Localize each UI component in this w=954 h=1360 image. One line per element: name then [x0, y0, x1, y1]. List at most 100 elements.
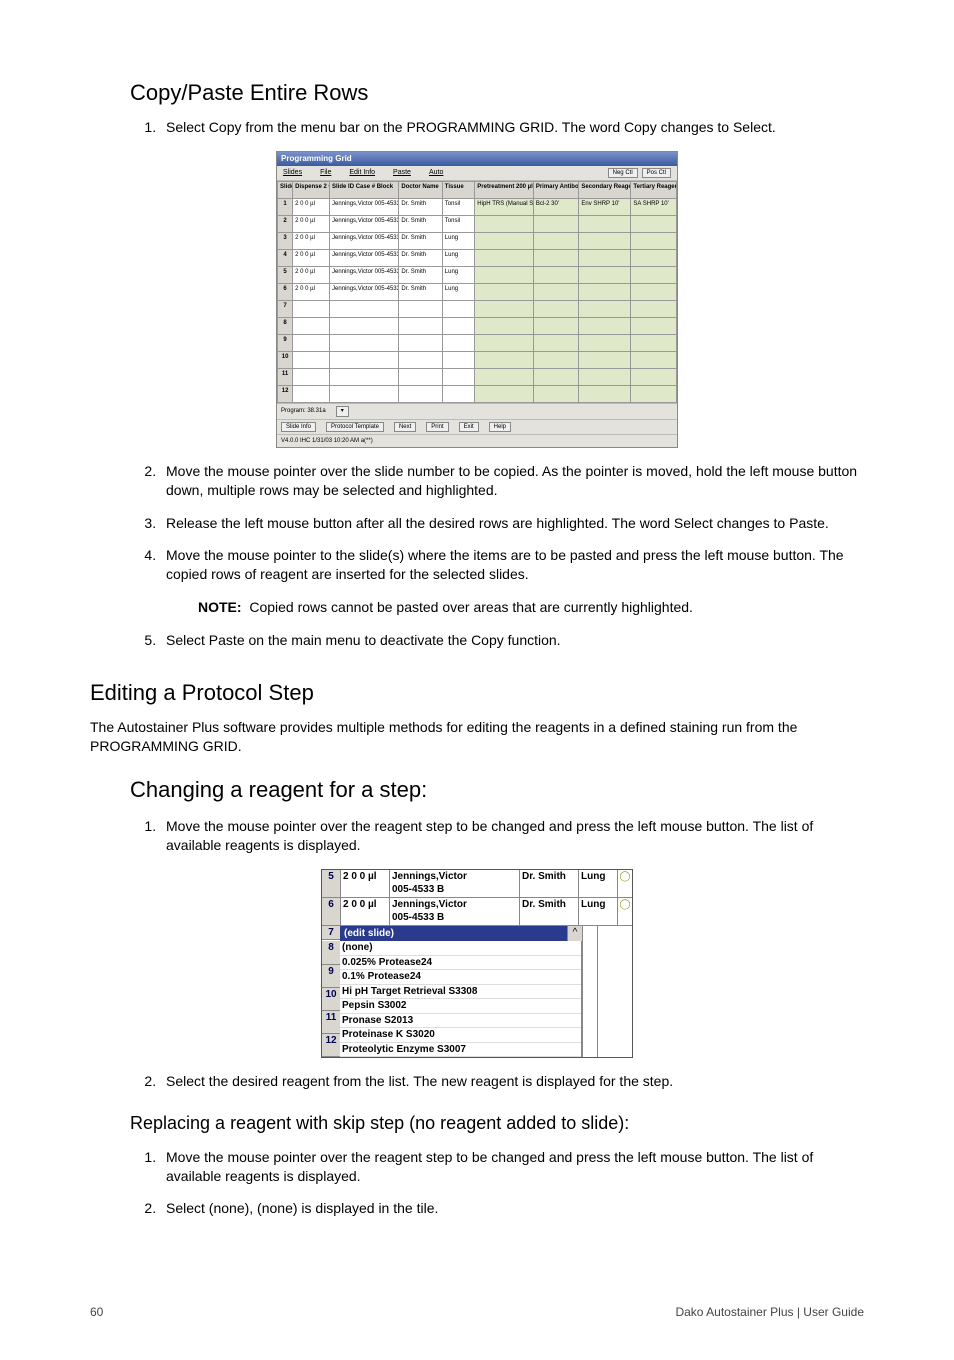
heading-copy-paste: Copy/Paste Entire Rows — [130, 78, 864, 108]
heading-changing-reagent: Changing a reagent for a step: — [130, 775, 864, 805]
doctor-cell: Dr. Smith — [520, 870, 579, 897]
version-label: V4.0.0 IHC 1/31/03 10:20 AM a(**) — [281, 437, 373, 445]
table-row[interactable]: 9 — [278, 335, 677, 352]
step: Release the left mouse button after all … — [160, 514, 864, 533]
dropdown-icon[interactable]: ▾ — [336, 406, 349, 416]
reagent-option[interactable]: Pronase S2013 — [340, 1014, 581, 1029]
menu-auto[interactable]: Auto — [429, 168, 443, 178]
cell-tissue — [442, 386, 475, 403]
heading-replacing-reagent: Replacing a reagent with skip step (no r… — [130, 1111, 864, 1135]
reagent-option[interactable]: Hi pH Target Retrieval S3308 — [340, 985, 581, 1000]
cell-pri — [533, 250, 579, 267]
reagent-option[interactable]: Proteinase K S3020 — [340, 1028, 581, 1043]
cell-doctor: Dr. Smith — [399, 233, 442, 250]
cell-pre — [475, 250, 534, 267]
reagent-option[interactable]: 0.025% Protease24 — [340, 956, 581, 971]
step: Move the mouse pointer over the reagent … — [160, 1148, 864, 1186]
edit-slide-selected[interactable]: (edit slide) — [340, 926, 567, 942]
programming-grid-screenshot: Programming Grid Slides File Edit Info P… — [276, 151, 678, 448]
menu-file[interactable]: File — [320, 168, 331, 178]
cell-ter — [631, 267, 677, 284]
cell-doctor — [399, 386, 442, 403]
table-row[interactable]: 42 0 0 µlJennings,Victor 005-4533 BDr. S… — [278, 250, 677, 267]
cell-sec — [579, 318, 631, 335]
step: Move the mouse pointer over the reagent … — [160, 817, 864, 855]
cell-doctor — [399, 318, 442, 335]
reagent-option[interactable]: Pepsin S3002 — [340, 999, 581, 1014]
reagent-option[interactable]: (none) — [340, 941, 581, 956]
cell-ter — [631, 233, 677, 250]
cell-num: 6 — [278, 284, 293, 301]
row-number: 12 — [322, 1034, 341, 1057]
copy-paste-steps-cont: Move the mouse pointer over the slide nu… — [160, 462, 864, 584]
cell-sec: Env SHRP 10' — [579, 199, 631, 216]
cell-pre: HipH TRS (Manual Step) — [475, 199, 534, 216]
neg-ctl-button[interactable]: Neg Ctl — [608, 168, 638, 178]
col-tertiary: Tertiary Reagent 200 µl — [631, 182, 677, 199]
row-number: 7 — [322, 926, 341, 941]
menu-edit-info[interactable]: Edit Info — [349, 168, 375, 178]
menu-slides[interactable]: Slides — [283, 168, 302, 178]
reagent-option-list[interactable]: (none)0.025% Protease240.1% Protease24Hi… — [340, 941, 582, 1057]
cell-doctor — [399, 352, 442, 369]
menu-paste[interactable]: Paste — [393, 168, 411, 178]
cell-ter — [631, 301, 677, 318]
cell-slideid: Jennings,Victor 005-4533 B — [330, 250, 399, 267]
dropdown-caret-icon[interactable]: ^ — [567, 926, 582, 942]
cell-sec — [579, 386, 631, 403]
protocol-template-button[interactable]: Protocol Template — [326, 422, 384, 432]
table-row[interactable]: 12 0 0 µlJennings,Victor 005-4533 ADr. S… — [278, 199, 677, 216]
exit-button[interactable]: Exit — [459, 422, 479, 432]
col-doctor: Doctor Name — [399, 182, 442, 199]
table-row[interactable]: 62 0 0 µlJennings,Victor 005-4533 BDr. S… — [278, 284, 677, 301]
cell-slideid — [330, 386, 399, 403]
cell-num: 2 — [278, 216, 293, 233]
table-row[interactable]: 22 0 0 µlJennings,Victor 005-4533 ADr. S… — [278, 216, 677, 233]
help-button[interactable]: Help — [489, 422, 511, 432]
step: Select the desired reagent from the list… — [160, 1072, 864, 1091]
cell-slideid — [330, 352, 399, 369]
cell-pri: Bcl-2 30' — [533, 199, 579, 216]
menu-bar: Slides File Edit Info Paste Auto Neg Ctl… — [277, 166, 677, 181]
programming-grid-table: Slide # Dispense 2 0 0 µl Slide ID Case … — [277, 181, 677, 403]
cell-sec — [579, 335, 631, 352]
cell-slideid: Jennings,Victor 005-4533 B — [330, 233, 399, 250]
cell-doctor — [399, 335, 442, 352]
heading-editing-protocol: Editing a Protocol Step — [90, 678, 864, 708]
note-label: NOTE: — [198, 599, 242, 615]
row-number: 9 — [322, 965, 341, 988]
step: Select Copy from the menu bar on the PRO… — [160, 118, 864, 137]
cell-num: 12 — [278, 386, 293, 403]
page-footer: 60 Dako Autostainer Plus | User Guide — [90, 1298, 864, 1320]
cell-pre — [475, 386, 534, 403]
step: Select Paste on the main menu to deactiv… — [160, 631, 864, 650]
table-row[interactable]: 7 — [278, 301, 677, 318]
note-text: Copied rows cannot be pasted over areas … — [249, 599, 693, 615]
cell-ter — [631, 369, 677, 386]
step: Select (none), (none) is displayed in th… — [160, 1199, 864, 1218]
reagent-option[interactable]: Proteolytic Enzyme S3007 — [340, 1043, 581, 1058]
table-row[interactable]: 52 0 0 µlJennings,Victor 005-4533 BDr. S… — [278, 267, 677, 284]
slide-info-button[interactable]: Slide Info — [281, 422, 316, 432]
table-row[interactable]: 10 — [278, 352, 677, 369]
cell-sec — [579, 267, 631, 284]
cell-dispense: 2 0 0 µl — [293, 216, 330, 233]
step: Move the mouse pointer to the slide(s) w… — [160, 546, 864, 584]
cell-sec — [579, 216, 631, 233]
cell-num: 4 — [278, 250, 293, 267]
cell-pri — [533, 335, 579, 352]
slide-id-cell: Jennings,Victor005-4533 B — [390, 870, 520, 897]
reagent-option[interactable]: 0.1% Protease24 — [340, 970, 581, 985]
cell-tissue — [442, 369, 475, 386]
table-row[interactable]: 11 — [278, 369, 677, 386]
next-button[interactable]: Next — [394, 422, 416, 432]
col-secondary: Secondary Reagent 200 µl — [579, 182, 631, 199]
print-button[interactable]: Print — [426, 422, 448, 432]
table-row[interactable]: 8 — [278, 318, 677, 335]
table-row[interactable]: 32 0 0 µlJennings,Victor 005-4533 BDr. S… — [278, 233, 677, 250]
cell-tissue: Lung — [442, 250, 475, 267]
table-row[interactable]: 12 — [278, 386, 677, 403]
cell-slideid — [330, 369, 399, 386]
cell-dispense: 2 0 0 µl — [293, 250, 330, 267]
pos-ctl-button[interactable]: Pos Ctl — [642, 168, 671, 178]
